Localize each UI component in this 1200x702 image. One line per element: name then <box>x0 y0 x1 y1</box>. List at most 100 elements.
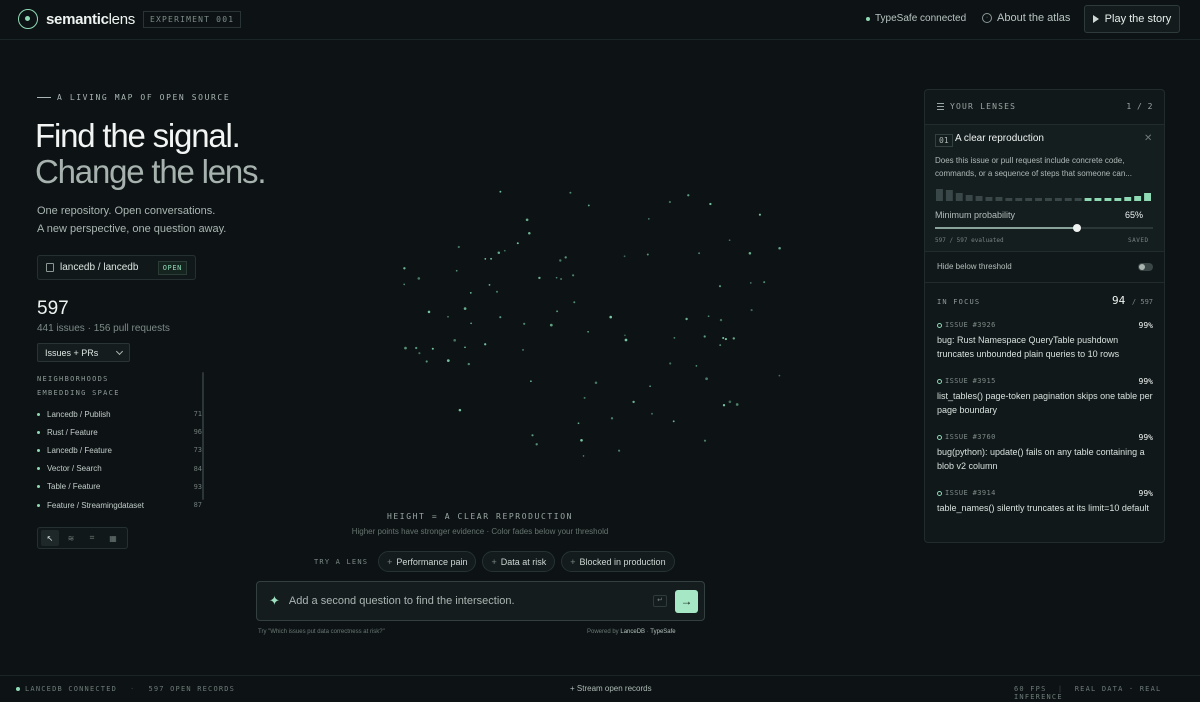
scatter-point[interactable] <box>516 242 519 245</box>
list-item[interactable]: Vector / Search 84 <box>37 460 202 478</box>
scatter-point[interactable] <box>417 277 421 280</box>
slider-handle[interactable] <box>1072 224 1081 232</box>
scatter-point[interactable] <box>447 315 449 318</box>
scatter-point[interactable] <box>488 284 491 286</box>
scatter-point[interactable] <box>728 239 731 242</box>
scatter-point[interactable] <box>748 252 752 255</box>
scatter-point[interactable] <box>624 334 626 337</box>
scatter-point[interactable] <box>624 338 628 342</box>
scatter-point[interactable] <box>427 310 431 314</box>
scatter-point[interactable] <box>646 253 649 256</box>
scatter-point[interactable] <box>495 290 499 293</box>
play-story-button[interactable]: Play the story <box>1084 5 1180 33</box>
logo[interactable]: semanticlens <box>18 9 135 29</box>
list-item[interactable]: Lancedb / Publish 71 <box>37 405 202 423</box>
issue-item[interactable]: ISSUE #3914 99% table_names() silently tr… <box>937 487 1153 543</box>
list-item[interactable]: Feature / Streamingdataset 87 <box>37 496 202 514</box>
scatter-point[interactable] <box>463 307 467 310</box>
scatter-point[interactable] <box>632 400 635 404</box>
scatter-point[interactable] <box>778 374 781 377</box>
scatter-point[interactable] <box>531 434 534 437</box>
scatter-point[interactable] <box>719 344 722 347</box>
scatter-point[interactable] <box>651 412 653 415</box>
record-type-select[interactable]: Issues + PRs <box>37 343 130 362</box>
question-input[interactable] <box>288 595 653 607</box>
list-item[interactable]: Table / Feature 93 <box>37 478 202 496</box>
scatter-point[interactable] <box>703 335 706 338</box>
scatter-point[interactable] <box>549 323 553 327</box>
scatter-point[interactable] <box>560 277 563 281</box>
scatter-point[interactable] <box>499 190 502 193</box>
scatter-point[interactable] <box>724 338 727 341</box>
scatter-point[interactable] <box>499 316 502 319</box>
scatter-point[interactable] <box>647 218 650 220</box>
scatter-point[interactable] <box>528 232 531 235</box>
scatter-point[interactable] <box>403 267 406 270</box>
scatter-point[interactable] <box>750 309 753 312</box>
scatter-point[interactable] <box>458 408 462 412</box>
scatter-point[interactable] <box>703 439 707 442</box>
scatter-point[interactable] <box>446 359 450 362</box>
scatter-point[interactable] <box>425 360 428 363</box>
scatter-point[interactable] <box>573 301 576 304</box>
scatter-point[interactable] <box>484 343 487 346</box>
scatter-point[interactable] <box>732 337 736 340</box>
scatter-point[interactable] <box>673 337 676 339</box>
scatter-point[interactable] <box>618 449 621 452</box>
repo-chip[interactable]: lancedb / lancedb OPEN <box>37 255 196 280</box>
scatter-point[interactable] <box>538 276 541 280</box>
list-item[interactable]: Rust / Feature 96 <box>37 423 202 441</box>
scatter-point[interactable] <box>735 403 739 406</box>
scatter-point[interactable] <box>431 347 434 350</box>
scatter-point[interactable] <box>698 252 701 255</box>
layers-tool-icon[interactable]: ≋ <box>62 530 80 546</box>
scatter-point[interactable] <box>722 336 725 340</box>
lens-chip-performance[interactable]: + Performance pain <box>378 551 477 572</box>
scatter-point[interactable] <box>467 362 470 366</box>
issue-item[interactable]: ISSUE #3915 99% list_tables() page-token … <box>937 375 1153 431</box>
scatter-point[interactable] <box>555 276 558 279</box>
scatter-point[interactable] <box>577 422 580 425</box>
scatter-point[interactable] <box>707 315 710 318</box>
scatter-point[interactable] <box>610 417 614 420</box>
embedding-scatter[interactable] <box>300 160 900 500</box>
scatter-point[interactable] <box>404 346 407 350</box>
scatter-point[interactable] <box>669 362 672 365</box>
scatter-point[interactable] <box>718 285 722 288</box>
scatter-point[interactable] <box>470 322 472 325</box>
scatter-point[interactable] <box>687 194 690 197</box>
scatter-point[interactable] <box>415 346 418 350</box>
threshold-slider[interactable] <box>935 224 1153 232</box>
scatter-point[interactable] <box>572 274 575 277</box>
scatter-point[interactable] <box>695 365 698 367</box>
scatter-point[interactable] <box>758 213 761 216</box>
scatter-point[interactable] <box>778 247 781 250</box>
focus-tool-icon[interactable]: ⌗ <box>83 530 101 546</box>
scatter-point[interactable] <box>587 204 590 207</box>
scatter-point[interactable] <box>672 420 675 423</box>
scatter-point[interactable] <box>569 191 572 194</box>
scatter-point[interactable] <box>594 381 598 384</box>
scatter-point[interactable] <box>556 310 559 313</box>
scatter-point[interactable] <box>503 249 506 252</box>
scatter-point[interactable] <box>722 404 726 407</box>
grid-tool-icon[interactable]: ▦ <box>104 530 122 546</box>
scatter-point[interactable] <box>564 256 567 259</box>
scatter-point[interactable] <box>728 400 732 404</box>
scatter-point[interactable] <box>464 346 466 349</box>
scatter-point[interactable] <box>668 200 672 204</box>
close-icon[interactable]: ✕ <box>1144 133 1152 144</box>
scatter-point[interactable] <box>709 202 712 206</box>
scatter-point[interactable] <box>521 348 525 351</box>
scatter-point[interactable] <box>587 330 589 333</box>
scatter-point[interactable] <box>649 385 651 388</box>
scatter-point[interactable] <box>582 455 585 457</box>
scatter-point[interactable] <box>457 245 460 249</box>
scatter-point[interactable] <box>583 396 586 399</box>
scatter-point[interactable] <box>490 257 493 260</box>
scatter-point[interactable] <box>525 218 529 222</box>
neighborhood-scrollbar[interactable] <box>202 372 204 500</box>
issue-item[interactable]: ISSUE #3760 99% bug(python): update() fai… <box>937 431 1153 487</box>
scatter-point[interactable] <box>535 443 538 446</box>
scatter-point[interactable] <box>403 283 406 286</box>
